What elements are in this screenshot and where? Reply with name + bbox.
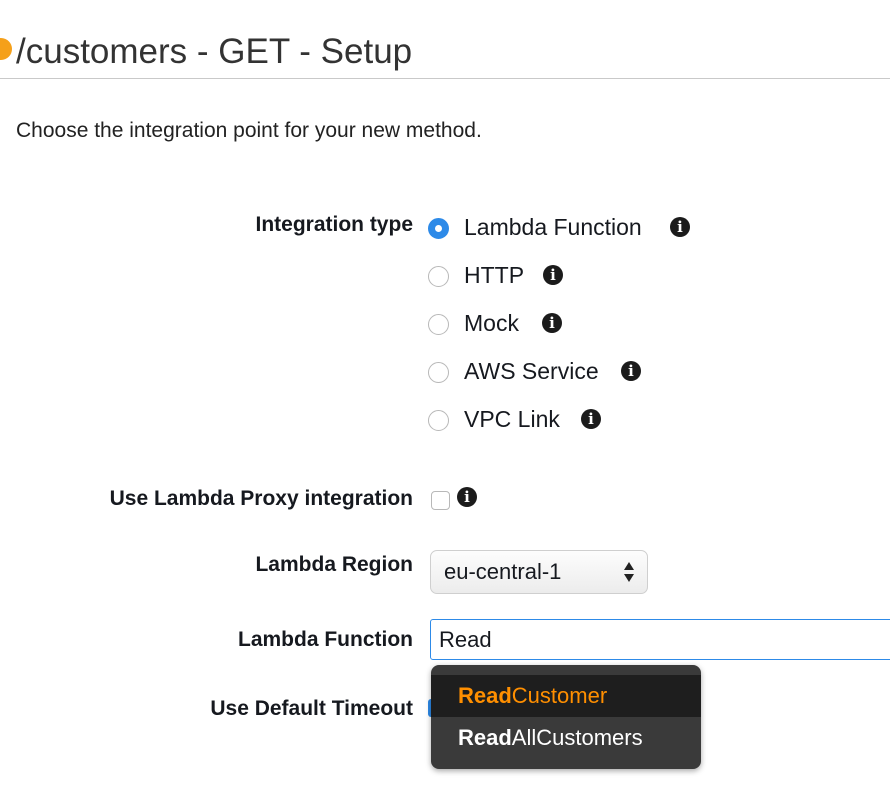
- radio-aws-service[interactable]: [428, 362, 449, 383]
- suggestion-match-text: Read: [458, 725, 512, 750]
- radio-http[interactable]: [428, 266, 449, 287]
- lambda-function-input[interactable]: [430, 619, 890, 660]
- info-icon[interactable]: i: [621, 361, 641, 381]
- proxy-integration-label: Use Lambda Proxy integration: [109, 487, 413, 510]
- status-dot: [0, 38, 12, 60]
- lambda-function-suggestions: ReadCustomer ReadAllCustomers: [431, 665, 701, 769]
- page-title: /customers - GET - Setup: [16, 32, 413, 71]
- info-icon[interactable]: i: [543, 265, 563, 285]
- intro-text: Choose the integration point for your ne…: [16, 119, 482, 142]
- radio-label-mock[interactable]: Mock: [464, 309, 519, 337]
- info-icon[interactable]: i: [581, 409, 601, 429]
- suggestion-rest-text: Customer: [511, 683, 608, 708]
- proxy-integration-checkbox[interactable]: [431, 491, 450, 510]
- suggestion-read-customer[interactable]: ReadCustomer: [431, 675, 701, 717]
- suggestion-rest-text: AllCustomers: [511, 725, 643, 750]
- lambda-region-value: eu-central-1: [444, 559, 562, 584]
- radio-mock[interactable]: [428, 314, 449, 335]
- integration-type-label: Integration type: [255, 213, 413, 236]
- up-down-arrows-icon: [624, 562, 634, 582]
- radio-lambda-function[interactable]: [428, 218, 449, 239]
- info-icon[interactable]: i: [670, 217, 690, 237]
- lambda-region-select[interactable]: eu-central-1: [430, 550, 648, 594]
- radio-label-lambda-function[interactable]: Lambda Function: [464, 213, 642, 241]
- radio-label-vpc-link[interactable]: VPC Link: [464, 405, 560, 433]
- radio-label-aws-service[interactable]: AWS Service: [464, 357, 599, 385]
- lambda-function-label: Lambda Function: [238, 628, 413, 651]
- title-divider: [0, 78, 890, 79]
- info-icon[interactable]: i: [457, 487, 477, 507]
- radio-label-http[interactable]: HTTP: [464, 261, 524, 289]
- info-icon[interactable]: i: [542, 313, 562, 333]
- default-timeout-label: Use Default Timeout: [210, 697, 413, 720]
- radio-vpc-link[interactable]: [428, 410, 449, 431]
- suggestion-read-all-customers[interactable]: ReadAllCustomers: [431, 717, 701, 759]
- lambda-region-label: Lambda Region: [255, 553, 413, 576]
- suggestion-match-text: Read: [458, 683, 512, 708]
